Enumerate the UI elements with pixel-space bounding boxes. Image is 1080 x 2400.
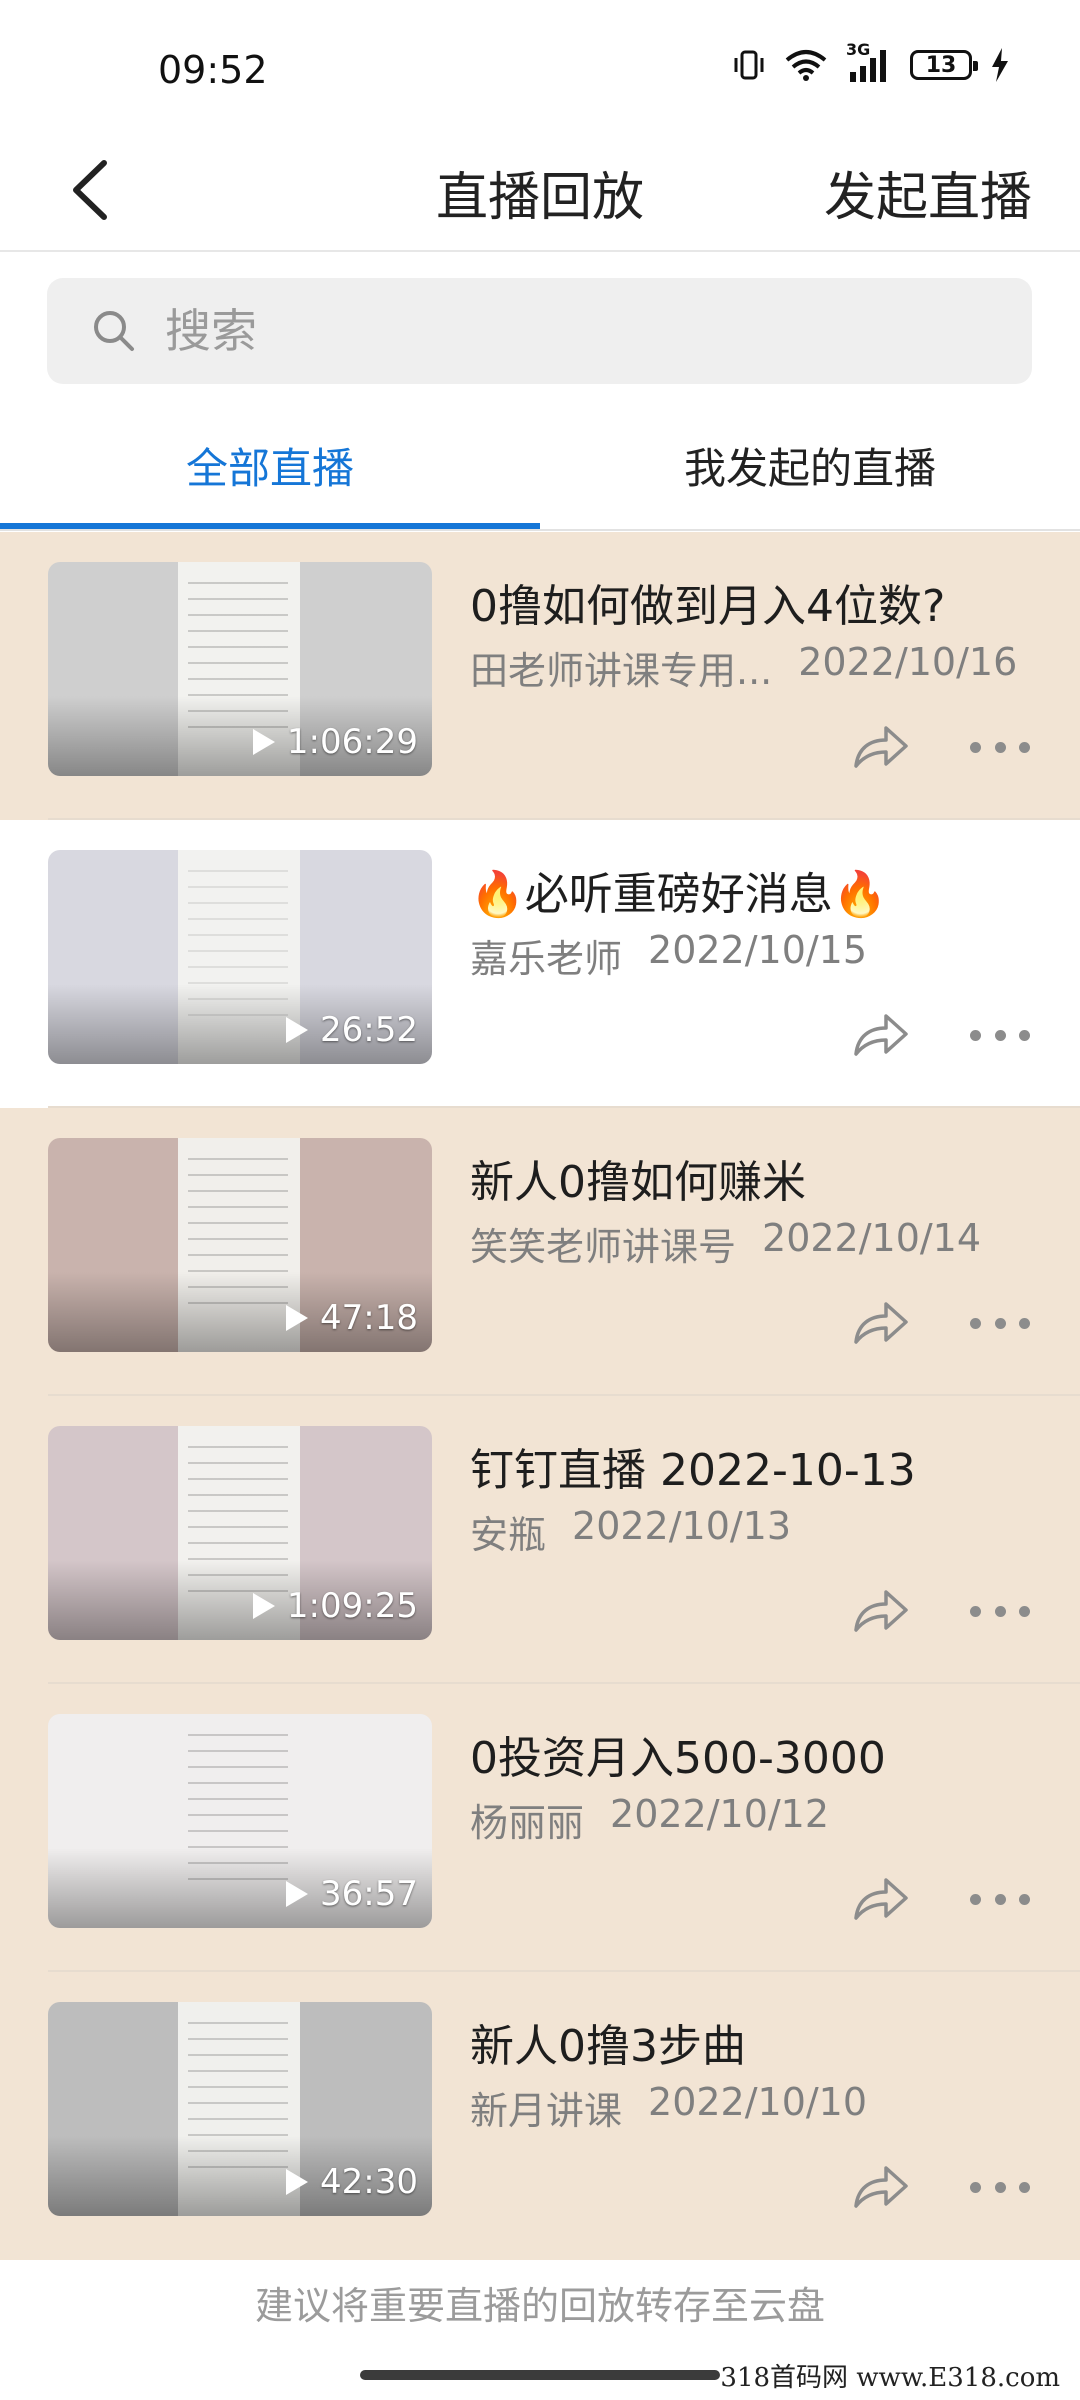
replay-date: 2022/10/16: [798, 640, 1018, 684]
play-icon: [286, 1305, 309, 1331]
replay-meta: 田老师讲课专用... 2022/10/16: [470, 640, 1017, 695]
duration-label: 1:09:25: [286, 1586, 418, 1626]
status-bar: 09:52 3G 13: [0, 0, 1080, 130]
home-indicator[interactable]: [360, 2370, 720, 2380]
charging-icon: [992, 48, 1008, 82]
host-name: 杨丽丽: [470, 1801, 585, 1845]
replay-date: 2022/10/15: [648, 928, 868, 972]
tab-bar: 全部直播 我发起的直播: [0, 410, 1080, 531]
share-icon[interactable]: [850, 1008, 910, 1060]
replay-title: 0投资月入500-3000: [470, 1733, 886, 1784]
play-icon: [286, 1881, 309, 1907]
duration-badge: 26:52: [284, 1010, 418, 1050]
duration-badge: 36:57: [284, 1874, 418, 1914]
video-thumbnail[interactable]: 1:09:25: [48, 1426, 432, 1640]
replay-title: 0撸如何做到月入4位数?: [470, 581, 946, 632]
play-icon: [286, 2169, 309, 2195]
signal-indicator: 3G: [846, 40, 892, 82]
play-icon: [286, 1017, 309, 1043]
duration-badge: 42:30: [284, 2162, 418, 2202]
more-options-button[interactable]: [970, 1884, 1030, 1914]
replay-meta: 嘉乐老师 2022/10/15: [470, 928, 867, 983]
host-name: 笑笑老师讲课号: [470, 1225, 737, 1269]
replay-meta: 笑笑老师讲课号 2022/10/14: [470, 1216, 981, 1271]
more-options-button[interactable]: [970, 1596, 1030, 1626]
replay-item[interactable]: 26:52 🔥必听重磅好消息🔥 嘉乐老师 2022/10/15: [0, 820, 1080, 1108]
replay-title: 新人0撸如何赚米: [470, 1157, 806, 1208]
battery-level: 13: [925, 52, 957, 78]
replay-date: 2022/10/12: [610, 1792, 830, 1836]
search-input[interactable]: [163, 303, 967, 359]
host-name: 田老师讲课专用...: [470, 649, 773, 693]
duration-label: 1:06:29: [286, 722, 418, 762]
more-options-button[interactable]: [970, 732, 1030, 762]
more-options-button[interactable]: [970, 1020, 1030, 1050]
replay-title: 🔥必听重磅好消息🔥: [470, 869, 888, 920]
replay-date: 2022/10/13: [572, 1504, 792, 1548]
replay-date: 2022/10/10: [648, 2080, 868, 2124]
status-time: 09:52: [158, 48, 268, 92]
video-thumbnail[interactable]: 42:30: [48, 2002, 432, 2216]
replay-title: 新人0撸3步曲: [470, 2021, 746, 2072]
status-icons: 3G 13: [732, 40, 1010, 82]
back-button[interactable]: [50, 150, 130, 230]
more-options-button[interactable]: [970, 2172, 1030, 2202]
tab-my-live[interactable]: 我发起的直播: [540, 435, 1080, 496]
more-options-button[interactable]: [970, 1308, 1030, 1338]
network-type-label: 3G: [846, 40, 871, 59]
start-live-button[interactable]: 发起直播: [824, 155, 1032, 230]
tab-all-live[interactable]: 全部直播: [0, 435, 540, 496]
replay-item[interactable]: 47:18 新人0撸如何赚米 笑笑老师讲课号 2022/10/14: [0, 1108, 1080, 1396]
share-icon[interactable]: [850, 720, 910, 772]
replay-item[interactable]: 36:57 0投资月入500-3000 杨丽丽 2022/10/12: [0, 1684, 1080, 1972]
share-icon[interactable]: [850, 1296, 910, 1348]
wifi-icon: [785, 50, 827, 81]
replay-item[interactable]: 1:06:29 0撸如何做到月入4位数? 田老师讲课专用... 2022/10/…: [0, 532, 1080, 820]
host-name: 安瓶: [470, 1513, 547, 1557]
replay-item[interactable]: 1:09:25 钉钉直播 2022-10-13 安瓶 2022/10/13: [0, 1396, 1080, 1684]
replay-list: 1:06:29 0撸如何做到月入4位数? 田老师讲课专用... 2022/10/…: [0, 532, 1080, 2260]
watermark: 318首码网 www.E318.com: [720, 2363, 1060, 2393]
replay-meta: 新月讲课 2022/10/10: [470, 2080, 867, 2135]
replay-meta: 杨丽丽 2022/10/12: [470, 1792, 829, 1847]
vibrate-icon: [734, 50, 764, 80]
tabs-divider: [0, 529, 1080, 531]
host-name: 新月讲课: [470, 2089, 623, 2133]
share-icon[interactable]: [850, 1872, 910, 1924]
nav-bar: 直播回放 发起直播: [0, 130, 1080, 252]
duration-label: 42:30: [320, 2162, 418, 2202]
share-icon[interactable]: [850, 2160, 910, 2212]
host-name: 嘉乐老师: [470, 937, 623, 981]
video-thumbnail[interactable]: 47:18: [48, 1138, 432, 1352]
duration-badge: 47:18: [284, 1298, 418, 1338]
search-icon: [94, 311, 134, 351]
search-box[interactable]: [47, 278, 1032, 384]
play-icon: [252, 729, 275, 755]
footer-note: 建议将重要直播的回放转存至云盘: [254, 2284, 825, 2328]
battery-icon: 13: [910, 50, 978, 80]
video-thumbnail[interactable]: 26:52: [48, 850, 432, 1064]
replay-meta: 安瓶 2022/10/13: [470, 1504, 791, 1559]
duration-label: 26:52: [320, 1010, 418, 1050]
duration-badge: 1:09:25: [251, 1586, 418, 1626]
replay-item[interactable]: 42:30 新人0撸3步曲 新月讲课 2022/10/10: [0, 1972, 1080, 2260]
replay-title: 钉钉直播 2022-10-13: [470, 1445, 916, 1496]
video-thumbnail[interactable]: 36:57: [48, 1714, 432, 1928]
back-arrow-icon: [73, 160, 107, 220]
play-icon: [252, 1593, 275, 1619]
replay-date: 2022/10/14: [762, 1216, 982, 1260]
duration-badge: 1:06:29: [251, 722, 418, 762]
duration-label: 36:57: [320, 1874, 418, 1914]
video-thumbnail[interactable]: 1:06:29: [48, 562, 432, 776]
duration-label: 47:18: [320, 1298, 418, 1338]
share-icon[interactable]: [850, 1584, 910, 1636]
